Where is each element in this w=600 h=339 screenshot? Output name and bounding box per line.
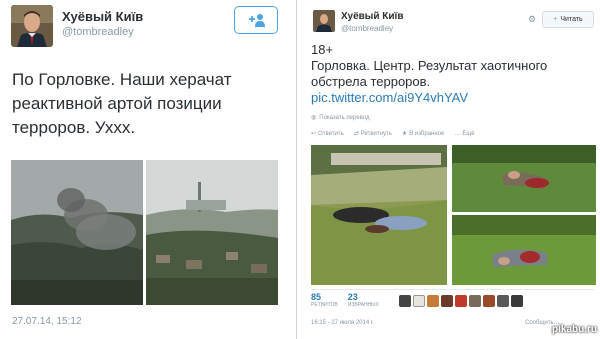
retweets-stat[interactable]: 85 ретвитов: [311, 292, 338, 308]
avatar[interactable]: [510, 295, 523, 307]
favorites-stat[interactable]: 23 избранных: [348, 292, 379, 308]
favoriter-avatars: [398, 295, 523, 307]
avatar[interactable]: [482, 295, 495, 307]
favorite-label: В избранное: [409, 130, 445, 137]
avatar[interactable]: [454, 295, 467, 307]
author-handle[interactable]: @tombreadley: [62, 26, 134, 38]
retweets-count: 85: [311, 292, 322, 302]
site-watermark: pikabu.ru: [552, 324, 598, 335]
translate-label: Показать перевод: [319, 114, 370, 121]
favorites-label: избранных: [347, 302, 379, 308]
screenshot-collage: Хуёвый Київ @tombreadley По Горловке. На…: [0, 0, 600, 339]
retweet-label: Ретвитнуть: [360, 130, 392, 137]
gear-icon[interactable]: ⚙: [528, 14, 536, 25]
follow-label: Читать: [560, 16, 583, 23]
author-avatar[interactable]: [11, 5, 53, 47]
avatar[interactable]: [426, 295, 439, 307]
retweet-icon: ⇄: [353, 131, 359, 137]
retweet-action[interactable]: ⇄ Ретвитнуть: [353, 130, 392, 138]
tweet-text: 18+ Горловка. Центр. Результат хаотичног…: [311, 42, 594, 106]
globe-icon: ◍: [311, 115, 317, 121]
avatar[interactable]: [398, 295, 411, 307]
left-tweet-card: Хуёвый Київ @tombreadley По Горловке. На…: [0, 0, 296, 339]
author-avatar[interactable]: [313, 10, 335, 32]
tweet-stats: 85 ретвитов 23 избранных: [311, 289, 594, 313]
tweet-warning: 18+: [311, 42, 334, 57]
star-icon: ★: [401, 131, 408, 137]
add-user-icon: [249, 14, 265, 27]
reply-label: Ответить: [318, 130, 344, 137]
tweet-text: По Горловке. Наши херачат реактивной арт…: [12, 70, 232, 137]
tweet-timestamp[interactable]: 16:15 - 27 июля 2014 г.: [311, 320, 374, 326]
tweet-photo-main[interactable]: [311, 145, 447, 285]
favorites-count: 23: [347, 292, 358, 302]
translate-link[interactable]: ◍ Показать перевод: [311, 114, 370, 122]
avatar[interactable]: [412, 295, 425, 307]
tweet-photo-bottom-right[interactable]: [452, 215, 596, 285]
tweet-photo-town[interactable]: [146, 160, 278, 305]
tweet-photo-top-right[interactable]: [452, 145, 596, 212]
author-handle[interactable]: @tombreadley: [341, 24, 393, 33]
more-label: Ещё: [462, 130, 475, 137]
avatar[interactable]: [496, 295, 509, 307]
more-action[interactable]: … Ещё: [454, 130, 474, 137]
more-icon: …: [454, 130, 461, 137]
reply-action[interactable]: ↩ Ответить: [311, 130, 344, 138]
tweet-photo-smoke[interactable]: [11, 160, 143, 305]
tweet-body: Горловка. Центр. Результат хаотичного об…: [311, 58, 548, 89]
reply-icon: ↩: [311, 131, 317, 137]
right-tweet-card: Хуёвый Київ @tombreadley ⚙ + Читать 18+ …: [297, 0, 600, 339]
follow-button[interactable]: + Читать: [542, 11, 594, 28]
tweet-date: 27.07.14, 15:12: [12, 316, 82, 327]
follow-button[interactable]: [234, 6, 278, 34]
author-name[interactable]: Хуёвый Київ: [62, 9, 143, 24]
add-user-icon: +: [553, 16, 558, 23]
tweet-link[interactable]: pic.twitter.com/ai9Y4vhYAV: [311, 90, 594, 106]
favorite-action[interactable]: ★ В избранное: [401, 130, 445, 138]
author-name[interactable]: Хуёвый Київ: [341, 11, 404, 22]
retweets-label: ретвитов: [311, 302, 338, 308]
avatar[interactable]: [440, 295, 453, 307]
avatar[interactable]: [468, 295, 481, 307]
tweet-actions: ↩ Ответить ⇄ Ретвитнуть ★ В избранное … Ещё: [311, 130, 475, 138]
